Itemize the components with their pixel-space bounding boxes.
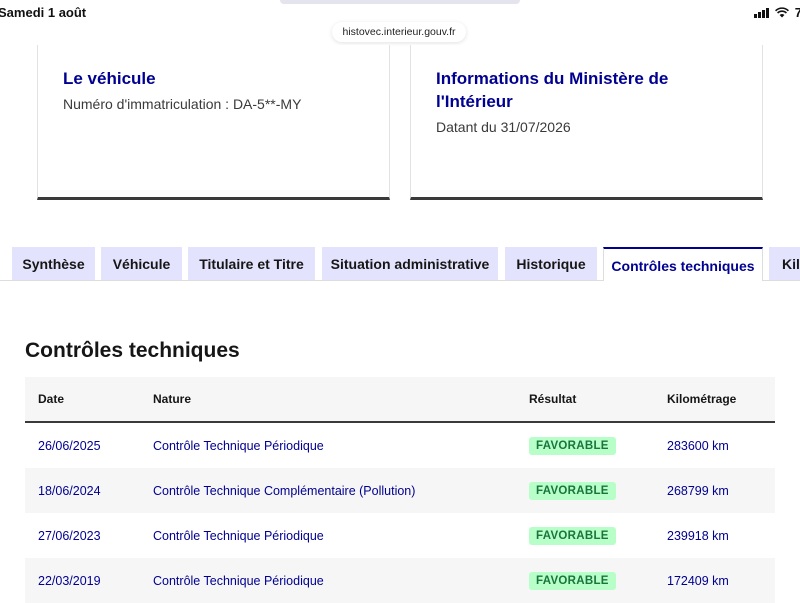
cellular-signal-icon <box>753 7 769 18</box>
row-result: FAVORABLE <box>516 481 654 500</box>
table-row: 18/06/2024 Contrôle Technique Complément… <box>25 468 775 513</box>
row-km: 172409 km <box>667 573 729 588</box>
vehicle-card-title: Le véhicule <box>63 69 156 88</box>
row-km: 283600 km <box>667 438 729 453</box>
ministry-card: Informations du Ministère de l'Intérieur… <box>410 45 763 200</box>
result-badge: FAVORABLE <box>529 481 616 500</box>
row-nature: Contrôle Technique Périodique <box>153 528 324 543</box>
browser-top-indicator <box>280 0 520 4</box>
row-result: FAVORABLE <box>516 571 654 590</box>
tab-titulaire[interactable]: Titulaire et Titre <box>188 247 315 280</box>
tab-synthese[interactable]: Synthèse <box>12 247 95 280</box>
registration-number: Numéro d'immatriculation : DA-5**-MY <box>63 96 302 112</box>
header-nature: Nature <box>153 392 192 406</box>
result-badge: FAVORABLE <box>529 526 616 545</box>
row-km: 268799 km <box>667 483 729 498</box>
wifi-icon <box>774 7 789 18</box>
row-date: 27/06/2023 <box>38 528 101 543</box>
tabs-bar: Synthèse Véhicule Titulaire et Titre Sit… <box>0 247 800 282</box>
status-icons: 7 <box>753 5 800 20</box>
data-date: Datant du 31/07/2026 <box>436 119 571 135</box>
result-badge: FAVORABLE <box>529 436 616 455</box>
tab-kilometrage[interactable]: Kilo <box>769 247 800 280</box>
row-km: 239918 km <box>667 528 729 543</box>
url-bar[interactable]: histovec.interieur.gouv.fr <box>332 22 466 42</box>
row-date: 26/06/2025 <box>38 438 101 453</box>
header-date: Date <box>38 392 65 406</box>
header-km: Kilométrage <box>667 392 737 406</box>
row-nature: Contrôle Technique Complémentaire (Pollu… <box>153 483 416 498</box>
status-time: Samedi 1 août <box>0 5 87 20</box>
row-nature: Contrôle Technique Périodique <box>153 438 324 453</box>
ministry-card-title: Informations du Ministère de l'Intérieur <box>436 69 669 111</box>
tab-controles-techniques[interactable]: Contrôles techniques <box>603 247 763 282</box>
row-nature: Contrôle Technique Périodique <box>153 573 324 588</box>
row-date: 22/03/2019 <box>38 573 101 588</box>
battery-level: 7 <box>794 5 800 20</box>
tab-vehicule[interactable]: Véhicule <box>101 247 182 280</box>
result-badge: FAVORABLE <box>529 571 616 590</box>
row-result: FAVORABLE <box>516 436 654 455</box>
vehicle-card: Le véhicule Numéro d'immatriculation : D… <box>37 45 390 200</box>
row-result: FAVORABLE <box>516 526 654 545</box>
controls-table: Date Nature Résultat Kilométrage 26/06/2… <box>25 377 775 603</box>
table-header: Date Nature Résultat Kilométrage <box>25 377 775 423</box>
tab-historique[interactable]: Historique <box>505 247 597 280</box>
header-result: Résultat <box>529 392 577 406</box>
table-row: 22/03/2019 Contrôle Technique Périodique… <box>25 558 775 603</box>
tab-situation-administrative[interactable]: Situation administrative <box>322 247 498 280</box>
table-row: 26/06/2025 Contrôle Technique Périodique… <box>25 423 775 468</box>
table-row: 27/06/2023 Contrôle Technique Périodique… <box>25 513 775 558</box>
section-title: Contrôles techniques <box>25 339 240 362</box>
row-date: 18/06/2024 <box>38 483 101 498</box>
